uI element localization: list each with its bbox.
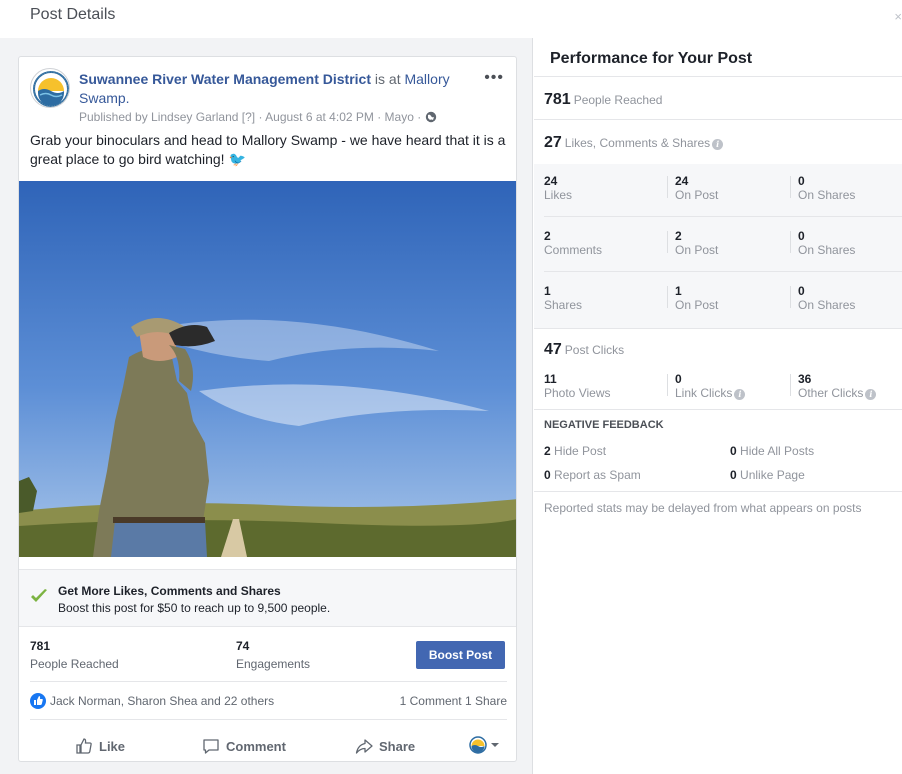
shares-on-post: 1 On Post [675,284,719,312]
people-reached-stat: 781 People Reached [544,91,662,109]
post-clicks-label: Post Clicks [564,343,625,357]
published-by[interactable]: Published by Lindsey Garland [79,110,238,124]
hide-post-stat: 2 Hide Post [544,444,607,458]
divider [790,286,791,308]
stats-delay-note: Reported stats may be delayed from what … [544,501,862,515]
divider [534,409,902,410]
other-clicks: 36 Other Clicks i [798,372,902,400]
check-icon [30,588,48,607]
comment-icon [202,739,226,754]
page-name-link[interactable]: Suwannee River Water Management District [79,71,371,87]
boost-promo-title: Get More Likes, Comments and Shares [58,584,281,598]
globe-icon [425,111,437,126]
like-button[interactable]: Like [75,737,125,757]
likes-total: 24 Likes [544,174,573,202]
divider [30,719,507,720]
info-icon[interactable]: i [734,389,746,400]
like-label: Like [99,739,126,754]
divider [790,231,791,253]
divider [544,271,902,272]
post-byline: Published by Lindsey Garland [?] · Augus… [79,110,437,126]
divider [667,374,668,396]
boost-post-button[interactable]: Boost Post [416,641,505,669]
post-header: Suwannee River Water Management District… [79,70,464,108]
post-time-location[interactable]: · August 6 at 4:02 PM · Mayo · [258,110,421,124]
post-text: Grab your binoculars and head to Mallory… [30,132,506,167]
performance-pane: Performance for Your Post 781 People Reac… [534,38,902,774]
shares-total: 1 Shares [544,284,583,312]
engagement-label: Likes, Comments & Shares [564,136,711,150]
page-logo-icon[interactable] [30,68,70,108]
people-reached-label: People Reached [30,657,119,671]
engagement-value: 27 [544,134,562,151]
help-link[interactable]: [?] [242,110,255,124]
reactors-text[interactable]: Jack Norman, Sharon Shea and 22 others [50,694,274,708]
thumbs-up-icon [75,738,99,754]
share-icon [355,739,379,754]
info-icon[interactable]: i [865,389,877,400]
people-reached-value: 781 [30,639,51,653]
divider [534,328,902,329]
divider [790,374,791,396]
post-clicks-value: 47 [544,341,562,358]
engagement-stat: 27 Likes, Comments & Shares i [544,134,724,152]
divider [667,176,668,198]
likes-on-post: 24 On Post [675,174,719,202]
divider [544,216,902,217]
boost-promo-subtitle: Boost this post for $50 to reach up to 9… [58,601,331,615]
shares-on-shares: 0 On Shares [798,284,856,312]
people-reached-label: People Reached [573,93,663,107]
people-reached-value: 781 [544,91,571,108]
comment-label: Comment [226,739,286,754]
likes-on-shares: 0 On Shares [798,174,856,202]
post-card: ••• Suwannee River Water Management Dist… [18,56,517,762]
comments-on-post: 2 On Post [675,229,719,257]
engagements-label: Engagements [236,657,311,671]
post-clicks-stat: 47 Post Clicks [544,341,624,359]
comments-total: 2 Comments [544,229,603,257]
divider [534,491,902,492]
hide-all-posts-stat: 0 Hide All Posts [730,444,815,458]
comments-on-shares: 0 On Shares [798,229,856,257]
is-at-text: is at [374,71,401,87]
divider [790,176,791,198]
close-icon[interactable]: × [894,9,902,24]
post-preview-pane: ••• Suwannee River Water Management Dist… [0,38,533,774]
divider [667,286,668,308]
page-avatar-selector-icon[interactable] [467,733,507,757]
link-clicks: 0 Link Clicks i [675,372,785,400]
post-photo[interactable] [19,181,517,557]
divider [534,119,902,120]
divider [534,76,902,77]
performance-title: Performance for Your Post [550,50,753,67]
like-reaction-icon [30,693,46,709]
comment-share-counts[interactable]: 1 Comment 1 Share [400,694,507,708]
reactions-row: Jack Norman, Sharon Shea and 22 others 1… [30,691,507,711]
divider [30,681,507,682]
engagements-value: 74 [236,639,250,653]
comment-button[interactable]: Comment [202,737,286,757]
share-label: Share [379,739,416,754]
divider [667,231,668,253]
dialog-title: Post Details [30,6,116,23]
report-spam-stat: 0 Report as Spam [544,468,641,482]
post-options-button[interactable]: ••• [484,69,504,87]
photo-views: 11 Photo Views [544,372,611,400]
info-icon[interactable]: i [712,139,724,150]
unlike-page-stat: 0 Unlike Page [730,468,805,482]
dialog-header: Post Details × [0,0,902,38]
boost-promo-panel: Get More Likes, Comments and Shares Boos… [19,569,516,627]
negative-feedback-heading: NEGATIVE FEEDBACK [544,419,664,431]
share-button[interactable]: Share [355,737,415,757]
